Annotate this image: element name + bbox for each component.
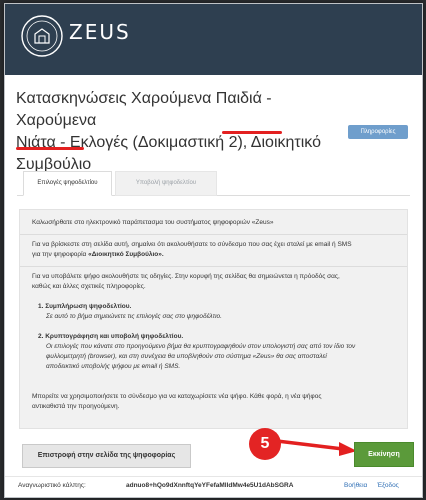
instructions-line-1: Για να υποβάλετε ψήφο ακολουθήστε τις οδ…: [32, 273, 340, 280]
ballot-name: «Διοικητικό Συμβούλιο».: [88, 251, 164, 258]
annotation-underline: [222, 131, 282, 134]
logo-text: ZEUS: [69, 20, 131, 44]
info-button[interactable]: Πληροφορίες: [348, 125, 408, 139]
page-title-line-1: Κατασκηνώσεις Χαρούμενα Παιδιά - Χαρούμε…: [16, 90, 272, 129]
intro-line-2-text: για την ψηφοφορία: [32, 251, 89, 258]
step-1-description: Σε αυτό το βήμα σημειώνετε τις επιλογές …: [46, 313, 222, 320]
ballot-box-id-label: Αναγνωριστικό κάλπης:: [18, 482, 86, 489]
tab-ballot-submit[interactable]: Υποβολή ψηφοδελτίου: [115, 171, 217, 196]
intro-text: Για να βρίσκεστε στη σελίδα αυτή, σημαίν…: [32, 240, 382, 260]
intro-line-1: Για να βρίσκεστε στη σελίδα αυτή, σημαίν…: [32, 241, 352, 248]
step-2: 2. Κρυπτογράφηση και υποβολή ψηφοδελτίου…: [38, 332, 388, 372]
help-link[interactable]: Βοήθεια: [344, 477, 367, 495]
divider: [20, 266, 407, 267]
step-1-title: 1. Συμπλήρωση ψηφοδελτίου.: [38, 303, 132, 310]
welcome-text: Καλωσήρθατε στο ηλεκτρονικό παράπετασμα …: [32, 219, 274, 226]
intro-line-2: για την ψηφοφορία «Διοικητικό Συμβούλιο»…: [32, 250, 382, 260]
start-button[interactable]: Εκκίνηση: [354, 442, 414, 467]
revote-line-1: Μπορείτε να χρησιμοποιήσετε το σύνδεσμο …: [32, 393, 322, 400]
zeus-logo-icon: [21, 15, 63, 57]
step-number-badge: 5: [249, 428, 281, 460]
page-title: Κατασκηνώσεις Χαρούμενα Παιδιά - Χαρούμε…: [16, 88, 338, 176]
step-2-description-2: φυλλομετρητή (browser), και στη συνέχεια…: [46, 353, 327, 360]
divider: [20, 234, 407, 235]
browser-window: ZEUS Κατασκηνώσεις Χαρούμενα Παιδιά - Χα…: [4, 3, 423, 498]
annotation-arrow-icon: [275, 439, 357, 456]
instructions-line-2: καθώς και άλλες σχετικές πληροφορίες.: [32, 283, 146, 290]
instructions-panel: Καλωσήρθατε στο ηλεκτρονικό παράπετασμα …: [19, 209, 408, 429]
exit-link[interactable]: Έξοδος: [377, 477, 399, 495]
revote-line-2: αντικαθιστά την προηγούμενη.: [32, 403, 120, 410]
footer: Αναγνωριστικό κάλπης: adnuo8+hQo9dXnnftq…: [5, 476, 422, 497]
top-bar: ZEUS: [5, 4, 422, 75]
annotation-underline: [16, 147, 84, 150]
return-to-election-button[interactable]: Επιστροφή στην σελίδα της ψηφοφορίας: [22, 444, 191, 468]
tab-ballot-choices[interactable]: Επιλογές ψηφοδελτίου: [23, 171, 112, 196]
step-2-description-1: Οι επιλογές που κάνατε στο προηγούμενο β…: [46, 343, 356, 350]
step-2-description-3: αποδεικτικό υποβολής ψήφου με email ή SM…: [46, 363, 181, 370]
step-1: 1. Συμπλήρωση ψηφοδελτίου. Σε αυτό το βή…: [38, 302, 388, 322]
page-title-line-2: Νιάτα - Εκλογές (Δοκιμαστική 2), Διοικητ…: [16, 134, 321, 151]
instructions-text: Για να υποβάλετε ψήφο ακολουθήστε τις οδ…: [32, 272, 382, 292]
revote-text: Μπορείτε να χρησιμοποιήσετε το σύνδεσμο …: [32, 392, 382, 412]
ballot-box-id: adnuo8+hQo9dXnnftqYeYFefaMlldMw4e5U1dAbS…: [126, 482, 294, 489]
step-2-title: 2. Κρυπτογράφηση και υποβολή ψηφοδελτίου…: [38, 333, 184, 340]
tab-bar: Επιλογές ψηφοδελτίου Υποβολή ψηφοδελτίου: [17, 168, 410, 196]
